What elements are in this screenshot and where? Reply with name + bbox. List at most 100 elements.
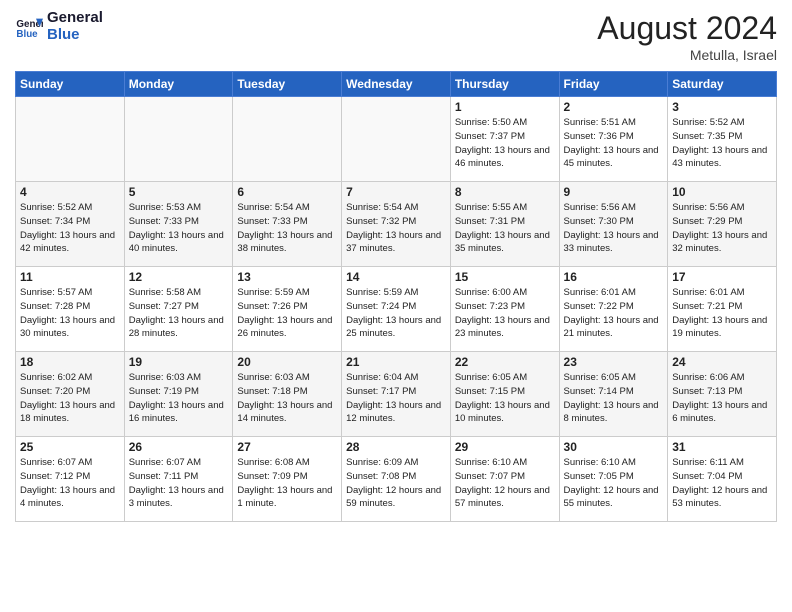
- calendar-week-row: 1Sunrise: 5:50 AMSunset: 7:37 PMDaylight…: [16, 97, 777, 182]
- calendar-week-row: 25Sunrise: 6:07 AMSunset: 7:12 PMDayligh…: [16, 437, 777, 522]
- day-info: Sunrise: 6:03 AMSunset: 7:19 PMDaylight:…: [129, 371, 229, 426]
- calendar-cell: 12 Sunrise: 5:58 AMSunset: 7:27 PMDayligh…: [124, 267, 233, 352]
- day-number: 7: [346, 185, 446, 199]
- day-number: 10: [672, 185, 772, 199]
- calendar-cell: [124, 97, 233, 182]
- day-number: 24: [672, 355, 772, 369]
- month-year: August 2024: [597, 10, 777, 47]
- weekday-header-row: SundayMondayTuesdayWednesdayThursdayFrid…: [16, 72, 777, 97]
- day-number: 30: [564, 440, 664, 454]
- day-info: Sunrise: 5:53 AMSunset: 7:33 PMDaylight:…: [129, 201, 229, 256]
- day-info: Sunrise: 5:58 AMSunset: 7:27 PMDaylight:…: [129, 286, 229, 341]
- day-number: 1: [455, 100, 555, 114]
- day-info: Sunrise: 6:01 AMSunset: 7:22 PMDaylight:…: [564, 286, 664, 341]
- day-info: Sunrise: 6:04 AMSunset: 7:17 PMDaylight:…: [346, 371, 446, 426]
- day-number: 5: [129, 185, 229, 199]
- calendar-cell: 13Sunrise: 5:59 AMSunset: 7:26 PMDayligh…: [233, 267, 342, 352]
- logo-general: General: [47, 10, 103, 27]
- calendar-cell: 16 Sunrise: 6:01 AMSunset: 7:22 PMDayligh…: [559, 267, 668, 352]
- day-info: Sunrise: 6:00 AMSunset: 7:23 PMDaylight:…: [455, 286, 555, 341]
- day-number: 14: [346, 270, 446, 284]
- calendar-cell: 4Sunrise: 5:52 AMSunset: 7:34 PMDaylight…: [16, 182, 125, 267]
- calendar-cell: 22 Sunrise: 6:05 AMSunset: 7:15 PMDayligh…: [450, 352, 559, 437]
- day-number: 23: [564, 355, 664, 369]
- day-info: Sunrise: 6:02 AMSunset: 7:20 PMDaylight:…: [20, 371, 120, 426]
- day-info: Sunrise: 6:11 AMSunset: 7:04 PMDaylight:…: [672, 456, 772, 511]
- day-info: Sunrise: 5:52 AMSunset: 7:35 PMDaylight:…: [672, 116, 772, 171]
- calendar-cell: 5 Sunrise: 5:53 AMSunset: 7:33 PMDaylight…: [124, 182, 233, 267]
- day-info: Sunrise: 5:55 AMSunset: 7:31 PMDaylight:…: [455, 201, 555, 256]
- day-number: 21: [346, 355, 446, 369]
- day-number: 3: [672, 100, 772, 114]
- calendar-cell: 6 Sunrise: 5:54 AMSunset: 7:33 PMDaylight…: [233, 182, 342, 267]
- calendar-cell: 20Sunrise: 6:03 AMSunset: 7:18 PMDayligh…: [233, 352, 342, 437]
- day-info: Sunrise: 5:56 AMSunset: 7:29 PMDaylight:…: [672, 201, 772, 256]
- day-info: Sunrise: 6:01 AMSunset: 7:21 PMDaylight:…: [672, 286, 772, 341]
- day-info: Sunrise: 6:07 AMSunset: 7:11 PMDaylight:…: [129, 456, 229, 511]
- calendar-cell: 10 Sunrise: 5:56 AMSunset: 7:29 PMDayligh…: [668, 182, 777, 267]
- day-info: Sunrise: 5:54 AMSunset: 7:33 PMDaylight:…: [237, 201, 337, 256]
- calendar-table: SundayMondayTuesdayWednesdayThursdayFrid…: [15, 71, 777, 522]
- weekday-header: Sunday: [16, 72, 125, 97]
- calendar-cell: 1Sunrise: 5:50 AMSunset: 7:37 PMDaylight…: [450, 97, 559, 182]
- calendar-cell: 3 Sunrise: 5:52 AMSunset: 7:35 PMDaylight…: [668, 97, 777, 182]
- day-info: Sunrise: 6:05 AMSunset: 7:14 PMDaylight:…: [564, 371, 664, 426]
- day-number: 4: [20, 185, 120, 199]
- calendar-cell: 21 Sunrise: 6:04 AMSunset: 7:17 PMDayligh…: [342, 352, 451, 437]
- day-number: 28: [346, 440, 446, 454]
- calendar-cell: 19 Sunrise: 6:03 AMSunset: 7:19 PMDayligh…: [124, 352, 233, 437]
- calendar-cell: 2Sunrise: 5:51 AMSunset: 7:36 PMDaylight…: [559, 97, 668, 182]
- weekday-header: Friday: [559, 72, 668, 97]
- calendar-cell: 27Sunrise: 6:08 AMSunset: 7:09 PMDayligh…: [233, 437, 342, 522]
- calendar-week-row: 4Sunrise: 5:52 AMSunset: 7:34 PMDaylight…: [16, 182, 777, 267]
- day-number: 29: [455, 440, 555, 454]
- day-number: 19: [129, 355, 229, 369]
- day-number: 6: [237, 185, 337, 199]
- day-number: 12: [129, 270, 229, 284]
- calendar-cell: 23 Sunrise: 6:05 AMSunset: 7:14 PMDayligh…: [559, 352, 668, 437]
- day-info: Sunrise: 6:06 AMSunset: 7:13 PMDaylight:…: [672, 371, 772, 426]
- calendar-cell: [16, 97, 125, 182]
- logo-icon: General Blue: [15, 13, 43, 41]
- weekday-header: Monday: [124, 72, 233, 97]
- day-number: 11: [20, 270, 120, 284]
- calendar-cell: 24 Sunrise: 6:06 AMSunset: 7:13 PMDayligh…: [668, 352, 777, 437]
- day-info: Sunrise: 6:09 AMSunset: 7:08 PMDaylight:…: [346, 456, 446, 511]
- day-info: Sunrise: 6:03 AMSunset: 7:18 PMDaylight:…: [237, 371, 337, 426]
- calendar-cell: 14Sunrise: 5:59 AMSunset: 7:24 PMDayligh…: [342, 267, 451, 352]
- weekday-header: Tuesday: [233, 72, 342, 97]
- calendar-cell: 31Sunrise: 6:11 AMSunset: 7:04 PMDayligh…: [668, 437, 777, 522]
- calendar-cell: 28 Sunrise: 6:09 AMSunset: 7:08 PMDayligh…: [342, 437, 451, 522]
- page-header: General Blue General Blue August 2024 Me…: [15, 10, 777, 63]
- day-info: Sunrise: 5:51 AMSunset: 7:36 PMDaylight:…: [564, 116, 664, 171]
- calendar-cell: 26Sunrise: 6:07 AMSunset: 7:11 PMDayligh…: [124, 437, 233, 522]
- calendar-cell: [342, 97, 451, 182]
- day-number: 15: [455, 270, 555, 284]
- location: Metulla, Israel: [597, 47, 777, 63]
- calendar-cell: [233, 97, 342, 182]
- calendar-cell: 11 Sunrise: 5:57 AMSunset: 7:28 PMDayligh…: [16, 267, 125, 352]
- calendar-cell: 25Sunrise: 6:07 AMSunset: 7:12 PMDayligh…: [16, 437, 125, 522]
- day-info: Sunrise: 5:56 AMSunset: 7:30 PMDaylight:…: [564, 201, 664, 256]
- day-number: 25: [20, 440, 120, 454]
- calendar-cell: 29Sunrise: 6:10 AMSunset: 7:07 PMDayligh…: [450, 437, 559, 522]
- calendar-cell: 7Sunrise: 5:54 AMSunset: 7:32 PMDaylight…: [342, 182, 451, 267]
- day-number: 22: [455, 355, 555, 369]
- weekday-header: Wednesday: [342, 72, 451, 97]
- weekday-header: Thursday: [450, 72, 559, 97]
- calendar-cell: 17Sunrise: 6:01 AMSunset: 7:21 PMDayligh…: [668, 267, 777, 352]
- day-info: Sunrise: 6:05 AMSunset: 7:15 PMDaylight:…: [455, 371, 555, 426]
- calendar-week-row: 18 Sunrise: 6:02 AMSunset: 7:20 PMDayligh…: [16, 352, 777, 437]
- calendar-cell: 18 Sunrise: 6:02 AMSunset: 7:20 PMDayligh…: [16, 352, 125, 437]
- day-info: Sunrise: 5:59 AMSunset: 7:26 PMDaylight:…: [237, 286, 337, 341]
- calendar-cell: 8Sunrise: 5:55 AMSunset: 7:31 PMDaylight…: [450, 182, 559, 267]
- day-number: 16: [564, 270, 664, 284]
- calendar-cell: 15 Sunrise: 6:00 AMSunset: 7:23 PMDayligh…: [450, 267, 559, 352]
- day-info: Sunrise: 6:10 AMSunset: 7:05 PMDaylight:…: [564, 456, 664, 511]
- logo-blue: Blue: [47, 27, 103, 44]
- calendar-week-row: 11 Sunrise: 5:57 AMSunset: 7:28 PMDayligh…: [16, 267, 777, 352]
- day-number: 18: [20, 355, 120, 369]
- title-block: August 2024 Metulla, Israel: [597, 10, 777, 63]
- day-info: Sunrise: 6:08 AMSunset: 7:09 PMDaylight:…: [237, 456, 337, 511]
- day-info: Sunrise: 5:57 AMSunset: 7:28 PMDaylight:…: [20, 286, 120, 341]
